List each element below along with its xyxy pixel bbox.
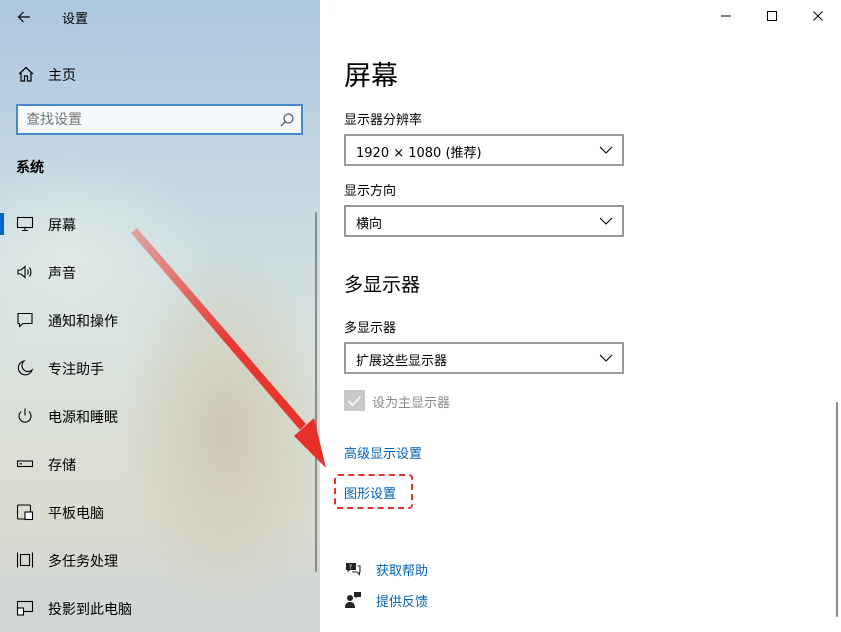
nav-item-label: 声音 — [48, 266, 76, 282]
nav-item-focus-assist[interactable]: 专注助手 — [0, 348, 310, 388]
main-display-checkbox-label: 设为主显示器 — [372, 396, 451, 411]
get-help-label: 获取帮助 — [376, 564, 429, 579]
multi-display-heading: 多显示器 — [344, 274, 421, 296]
nav-item-power-sleep[interactable]: 电源和睡眠 — [0, 396, 310, 436]
checkmark-icon — [347, 395, 362, 406]
nav-item-storage[interactable]: 存储 — [0, 444, 310, 484]
maximize-button[interactable] — [749, 0, 795, 32]
nav-scrollbar[interactable] — [315, 212, 317, 572]
resolution-value: 1920 × 1080 (推荐) — [356, 146, 482, 161]
multitask-icon — [16, 552, 34, 568]
orientation-label: 显示方向 — [344, 184, 397, 199]
search-input[interactable] — [26, 110, 276, 130]
content-pane: 屏幕 显示器分辨率 1920 × 1080 (推荐) 显示方向 横向 多显示器 … — [320, 0, 841, 632]
give-feedback-label: 提供反馈 — [376, 595, 429, 610]
nav-item-project-to-pc[interactable]: 投影到此电脑 — [0, 588, 310, 628]
chevron-down-icon — [599, 146, 613, 154]
nav-item-display[interactable]: 屏幕 — [0, 204, 310, 244]
nav-item-label: 电源和睡眠 — [48, 410, 118, 426]
resolution-label: 显示器分辨率 — [344, 113, 423, 128]
minimize-button[interactable] — [703, 0, 749, 32]
advanced-display-settings-link[interactable]: 高级显示设置 — [344, 443, 422, 462]
orientation-value: 横向 — [356, 217, 383, 232]
page-title: 屏幕 — [344, 61, 398, 92]
project-icon — [16, 600, 34, 616]
tablet-icon — [16, 504, 34, 521]
nav-item-label: 通知和操作 — [48, 314, 118, 330]
window-controls — [703, 0, 841, 32]
maximize-icon — [767, 11, 777, 21]
chevron-down-icon — [599, 217, 613, 225]
selection-indicator — [0, 213, 4, 235]
feedback-person-icon — [345, 592, 361, 608]
resolution-dropdown[interactable]: 1920 × 1080 (推荐) — [344, 134, 624, 166]
help-chat-icon: ? — [346, 563, 361, 576]
nav-item-tablet[interactable]: 平板电脑 — [0, 492, 310, 532]
close-button[interactable] — [795, 0, 841, 32]
nav-item-label: 投影到此电脑 — [48, 602, 132, 618]
nav-item-label: 平板电脑 — [48, 506, 104, 522]
back-arrow-icon — [17, 11, 30, 23]
minimize-icon — [721, 15, 731, 17]
storage-icon — [16, 460, 34, 468]
svg-text:?: ? — [349, 563, 352, 571]
search-box[interactable] — [16, 104, 303, 135]
content-scrollbar[interactable] — [836, 402, 838, 617]
title-bar: 设置 — [0, 0, 320, 34]
monitor-icon — [16, 216, 34, 232]
nav-item-label: 存储 — [48, 458, 76, 474]
power-icon — [18, 408, 32, 423]
nav-item-notifications[interactable]: 通知和操作 — [0, 300, 310, 340]
nav-home[interactable]: 主页 — [0, 58, 320, 90]
nav-item-multitasking[interactable]: 多任务处理 — [0, 540, 310, 580]
home-icon — [18, 66, 34, 82]
nav-item-sound[interactable]: 声音 — [0, 252, 310, 292]
multi-display-dropdown[interactable]: 扩展这些显示器 — [344, 342, 624, 374]
app-title: 设置 — [62, 12, 89, 27]
nav-home-label: 主页 — [48, 68, 76, 84]
notification-icon — [17, 312, 33, 328]
search-icon[interactable] — [279, 112, 295, 128]
main-display-checkbox[interactable] — [344, 390, 365, 411]
multi-display-value: 扩展这些显示器 — [356, 354, 448, 369]
nav-item-label: 多任务处理 — [48, 554, 118, 570]
back-button[interactable] — [8, 4, 40, 30]
section-title: 系统 — [16, 160, 44, 176]
nav-item-label: 屏幕 — [48, 218, 76, 234]
speaker-icon — [17, 265, 32, 279]
chevron-down-icon — [599, 354, 613, 362]
close-icon — [813, 11, 823, 21]
navigation-pane: 设置 主页 系统 屏幕 声音 通知和操作 — [0, 0, 320, 632]
moon-icon — [17, 360, 34, 376]
annotation-highlight-box — [334, 474, 413, 509]
nav-item-label: 专注助手 — [48, 362, 104, 378]
multi-display-label: 多显示器 — [344, 321, 397, 336]
orientation-dropdown[interactable]: 横向 — [344, 205, 624, 237]
